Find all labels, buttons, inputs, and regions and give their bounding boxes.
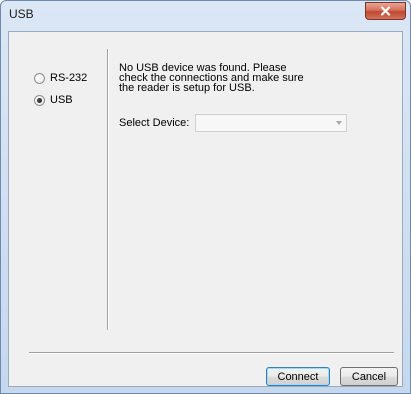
title-bar[interactable]: USB — [1, 1, 410, 31]
close-icon — [380, 6, 391, 16]
vertical-divider — [107, 49, 109, 330]
rs232-label: RS-232 — [50, 72, 88, 84]
horizontal-divider — [29, 352, 394, 354]
usb-radio[interactable] — [34, 94, 45, 106]
chevron-down-icon — [336, 121, 343, 125]
window-title: USB — [9, 7, 34, 21]
usb-label: USB — [50, 94, 73, 106]
radio-option-usb[interactable]: USB — [34, 94, 73, 106]
connect-button[interactable]: Connect — [266, 367, 330, 386]
rs232-radio[interactable] — [34, 72, 45, 84]
select-device-label: Select Device: — [119, 117, 190, 129]
status-message: No USB device was found. Please check th… — [119, 62, 304, 94]
close-button[interactable] — [365, 2, 406, 20]
device-select[interactable] — [195, 114, 348, 132]
cancel-button[interactable]: Cancel — [340, 367, 398, 386]
radio-option-rs232[interactable]: RS-232 — [34, 72, 87, 84]
dialog-window: USB RS-232 USB No USB device was found. … — [0, 0, 411, 394]
device-select-row: Select Device: — [119, 114, 348, 132]
dialog-content: RS-232 USB No USB device was found. Plea… — [8, 31, 403, 387]
